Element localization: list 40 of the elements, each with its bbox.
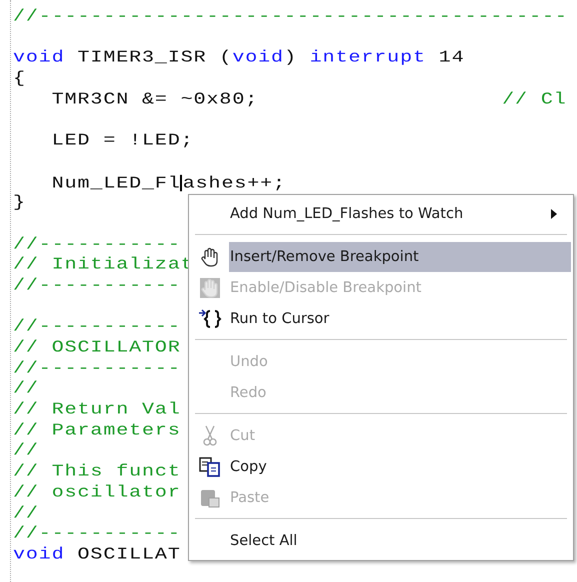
- code-comment: // Initializat: [13, 255, 194, 274]
- code-comment: // Return Val: [13, 400, 181, 420]
- code-comment: //-----------: [13, 524, 181, 544]
- code-keyword: void: [13, 545, 65, 564]
- code-text: 14: [438, 48, 465, 68]
- scissors-icon: [202, 424, 218, 446]
- code-keyword: void: [232, 48, 284, 68]
- code-text: OSCILLAT: [76, 545, 181, 564]
- code-comment: // This funct: [13, 462, 181, 482]
- code-comment: // Parameters: [13, 420, 181, 440]
- copy-icon: [199, 456, 221, 476]
- code-comment: //-----------------------------------------: [13, 7, 568, 26]
- code-text: Num_LED_Fl: [50, 174, 181, 193]
- menu-item[interactable]: Copy: [229, 452, 571, 482]
- code-comment: //: [13, 504, 39, 523]
- code-text: }: [13, 193, 26, 212]
- code-keyword: interrupt: [310, 48, 426, 68]
- code-comment: // oscillator: [13, 483, 181, 502]
- code-keyword: void: [13, 48, 65, 68]
- menu-item[interactable]: Insert/Remove Breakpoint: [229, 242, 571, 272]
- code-text: ): [284, 48, 298, 68]
- code-comment: //-----------: [13, 318, 181, 336]
- menu-item[interactable]: Add Num_LED_Flashes to Watch: [229, 198, 551, 228]
- code-comment: //: [13, 380, 39, 398]
- menu-item[interactable]: Run to Cursor: [229, 304, 571, 334]
- code-text: LED = !LED;: [50, 131, 194, 150]
- code-comment: //: [13, 442, 39, 461]
- code-text: TIMER3_ISR (: [76, 48, 232, 68]
- hand-icon: [199, 276, 221, 298]
- code-comment: // Cl: [502, 90, 567, 109]
- code-comment: //-----------: [13, 276, 181, 296]
- code-text: ashes++;: [182, 174, 286, 193]
- code-text: TMR3CN &= ~0x80;: [50, 90, 258, 109]
- code-comment: //-----------: [13, 234, 181, 254]
- code-comment: //-----------: [13, 358, 181, 378]
- run-to-cursor-icon: [198, 308, 222, 328]
- code-text: {: [13, 69, 26, 88]
- menu-item[interactable]: Select All: [229, 526, 571, 556]
- submenu-arrow-icon: [551, 208, 557, 218]
- code-comment: // OSCILLATOR: [13, 338, 181, 358]
